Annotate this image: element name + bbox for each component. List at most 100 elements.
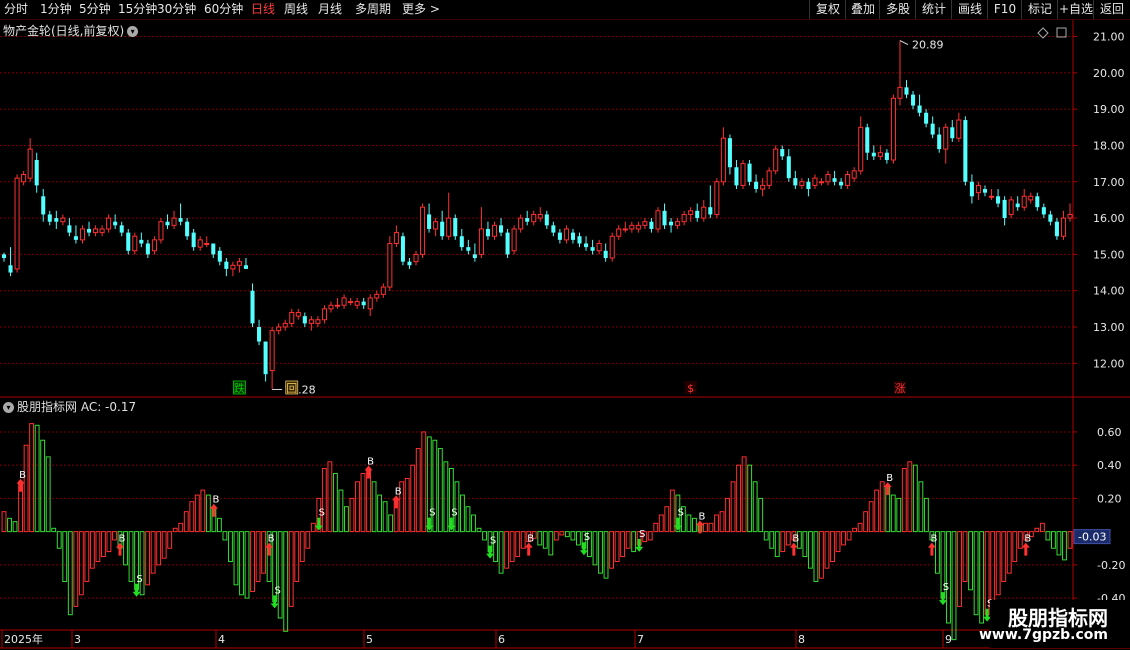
- candle-body: [67, 225, 72, 233]
- candle-body: [845, 174, 851, 186]
- ac-bar: [421, 431, 427, 533]
- ac-bar: [631, 531, 637, 553]
- ac-bar: [288, 531, 294, 607]
- main-y-tick-label: 13.00: [1093, 321, 1125, 334]
- ac-bar: [824, 531, 830, 569]
- ac-bar: [327, 461, 333, 533]
- candle-body: [877, 152, 883, 157]
- candle-body: [871, 152, 876, 157]
- ac-bar: [89, 531, 95, 569]
- ac-bar: [901, 467, 907, 533]
- chevron-down-icon[interactable]: ▾: [127, 26, 139, 37]
- candle-body: [865, 127, 870, 153]
- candle-body: [1060, 217, 1066, 237]
- ac-bar: [305, 531, 311, 549]
- ac-bar: [785, 531, 791, 546]
- ac-bar: [614, 531, 620, 563]
- ac-bar: [548, 531, 554, 556]
- candle-body: [950, 127, 955, 139]
- candle-body: [387, 242, 393, 288]
- ac-bar: [598, 531, 603, 574]
- buy-signal-label: B: [699, 511, 706, 522]
- grid-layer: 21.00 20.00 19.00 18.00 17.00 16.00 15.00 14.00…: [0, 20, 1130, 649]
- candle-body: [975, 184, 981, 194]
- ac-bar: [1050, 531, 1056, 549]
- ac-bar: [78, 531, 84, 596]
- buy-signal-label: B: [527, 534, 534, 545]
- candle-body: [786, 156, 791, 179]
- candle-body: [453, 218, 458, 237]
- ac-bar: [498, 531, 504, 574]
- candle-body: [884, 152, 889, 160]
- candle-body: [734, 167, 739, 186]
- sell-signal-label: S: [639, 529, 645, 540]
- ac-bar: [874, 489, 880, 533]
- ac-bar: [465, 506, 471, 533]
- ac-bar: [355, 481, 360, 533]
- ac-bar: [239, 531, 244, 596]
- ac-bar: [172, 527, 178, 533]
- ac-bar: [504, 531, 510, 569]
- ac-bar: [377, 494, 383, 533]
- candle-body: [295, 311, 301, 317]
- candle-body: [832, 178, 837, 182]
- sell-signal-label: S: [274, 585, 280, 596]
- sell-signal-label: S: [451, 508, 457, 519]
- sell-signal-label: S: [678, 508, 684, 519]
- candle-body: [818, 181, 825, 184]
- stock-title: 物产金轮(日线,前复权): [3, 24, 125, 38]
- ac-bar: [714, 514, 719, 533]
- main-panel-title: 物产金轮(日线,前复权) ▾: [3, 22, 139, 39]
- candle-body: [609, 235, 615, 259]
- candle-body: [191, 232, 196, 248]
- candle-body: [1041, 207, 1046, 215]
- candle-body: [132, 235, 138, 252]
- ac-bar: [178, 522, 184, 533]
- ac-bar: [437, 448, 443, 533]
- candle-body: [616, 228, 622, 237]
- sell-arrow-icon: [635, 538, 644, 552]
- candle-body: [302, 316, 307, 324]
- candle-body: [21, 174, 27, 183]
- candle-body: [250, 290, 255, 324]
- chevron-down-icon[interactable]: ▾: [3, 402, 14, 413]
- buy-signal-label: B: [1024, 534, 1031, 545]
- candle-body: [361, 301, 366, 306]
- candle-body: [701, 206, 707, 219]
- ac-bar: [570, 531, 576, 541]
- candle-body: [806, 181, 811, 190]
- ac-bar: [482, 531, 487, 541]
- candle-body: [485, 228, 490, 237]
- candle-body: [537, 213, 543, 219]
- candle-body: [904, 87, 909, 95]
- ac-bar: [669, 489, 675, 533]
- ac-bar: [200, 489, 206, 533]
- candle-body: [570, 232, 575, 240]
- candle-body: [472, 254, 477, 259]
- ac-bar: [1056, 531, 1062, 556]
- candle-body: [126, 232, 131, 251]
- ac-bar: [846, 531, 852, 541]
- candle-body: [780, 149, 785, 157]
- candle-body: [276, 326, 282, 332]
- candle-body: [446, 217, 452, 237]
- ac-bar: [338, 489, 344, 533]
- ac-bar: [1001, 531, 1007, 582]
- event-marker: 回: [286, 382, 297, 395]
- ac-bar: [857, 522, 863, 533]
- ac-bar: [647, 531, 653, 541]
- ac-bar: [957, 531, 962, 607]
- ac-bar: [161, 531, 167, 559]
- ac-bar: [150, 531, 156, 574]
- ac-bar: [460, 494, 465, 533]
- ac-bar: [145, 531, 151, 586]
- ac-bar: [653, 522, 659, 533]
- candle-body: [171, 217, 177, 226]
- ac-bar: [691, 517, 697, 533]
- ac-bar: [443, 461, 449, 533]
- sell-signal-label: S: [429, 508, 435, 519]
- candle-body: [708, 207, 713, 215]
- event-marker: $: [687, 382, 694, 395]
- ac-bar: [575, 531, 581, 546]
- ac-bar: [344, 506, 349, 533]
